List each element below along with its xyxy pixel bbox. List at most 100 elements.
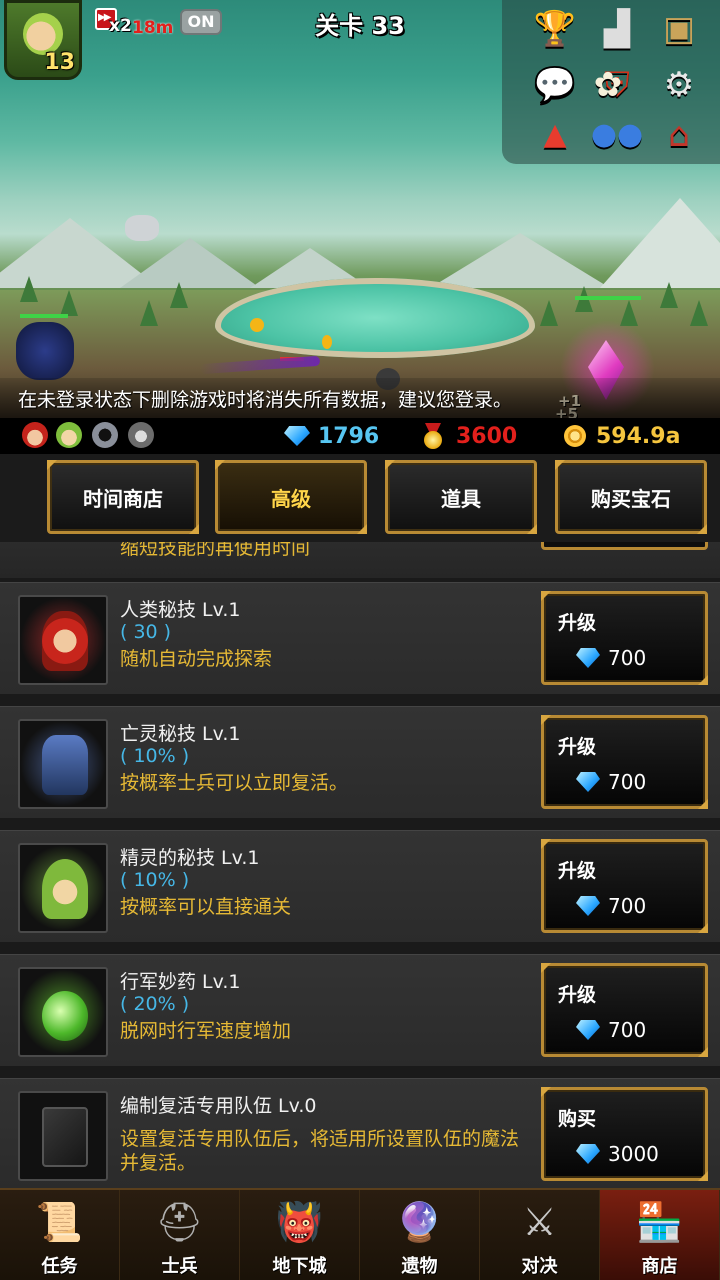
undead-race-icon: [92, 422, 118, 448]
item-name: 行军妙药 Lv.1: [120, 971, 241, 993]
item-description: 按概率可以直接通关: [120, 896, 292, 918]
gem-icon: [284, 426, 310, 446]
cost-amount: 700: [608, 646, 647, 670]
tree: [540, 300, 558, 326]
nav-duel[interactable]: ⚔ 对决: [480, 1190, 600, 1280]
shop-tabs: 时间商店 高级 道具 购买宝石: [0, 454, 720, 542]
item-description: 随机自动完成探索: [120, 648, 273, 670]
scroll-quest-icon: 📜: [35, 1200, 84, 1244]
friends-icon[interactable]: ●●: [591, 112, 643, 158]
relic-orb-icon: 🔮: [395, 1200, 444, 1244]
upgrade-button[interactable]: 升级 700: [541, 963, 708, 1057]
buy-button[interactable]: 购买 3000: [541, 1087, 708, 1181]
tab-time-shop[interactable]: 时间商店: [47, 460, 199, 534]
list-item: 编制复活专用队伍 Lv.0 设置复活专用队伍后，将适用所设置队伍的魔法并复活。 …: [0, 1078, 720, 1188]
shop-item-list[interactable]: 缩短技能的再使用时间 人类秘技 Lv.1 ( 30 ) 随机自动完成探索 升级 …: [0, 542, 720, 1188]
crossed-swords-icon: ⚔: [522, 1200, 557, 1244]
warning-triangle-icon[interactable]: ▲: [532, 112, 578, 158]
tab-premium[interactable]: 高级: [215, 460, 367, 534]
button-label: 升级: [558, 612, 597, 634]
item-description: 缩短技能的再使用时间: [120, 542, 311, 559]
item-name: 亡灵秘技 Lv.1: [120, 723, 241, 745]
nav-label: 士兵: [161, 1256, 198, 1277]
player-level: 13: [44, 50, 75, 75]
cost-amount: 700: [608, 770, 647, 794]
nav-label: 遗物: [401, 1256, 438, 1277]
item-description: 设置复活专用队伍后，将适用所设置队伍的魔法并复活。: [120, 1128, 520, 1174]
gem-cost: 3000: [576, 1142, 659, 1166]
tree: [20, 276, 38, 302]
list-item: 行军妙药 Lv.1 ( 20% ) 脱网时行军速度增加 升级 700: [0, 954, 720, 1066]
gold-coin-icon: [564, 425, 586, 447]
gold-amount: 594.9a: [596, 423, 681, 449]
gem-icon: [576, 1020, 600, 1040]
upgrade-button[interactable]: 升级 700: [541, 591, 708, 685]
resource-bar: 1796 3600 594.9a: [0, 418, 720, 454]
gem-cost: 700: [576, 770, 646, 794]
potion-bottle-icon: [18, 967, 108, 1057]
list-item: 缩短技能的再使用时间: [0, 542, 720, 578]
gem-icon: [576, 772, 600, 792]
ranking-podium-icon[interactable]: ▟: [594, 6, 640, 52]
nav-relics[interactable]: 🔮 遗物: [360, 1190, 480, 1280]
nav-label: 地下城: [272, 1256, 327, 1277]
tab-buy-gems[interactable]: 购买宝石: [555, 460, 707, 534]
item-description: 按概率士兵可以立即复活。: [120, 772, 349, 794]
medal-icon: [422, 423, 444, 449]
knight-portrait-icon[interactable]: ▣: [656, 6, 702, 52]
gold-coin-drop: [250, 318, 264, 332]
nav-label: 对决: [521, 1256, 558, 1277]
battle-scene: +1 +5 13 x2 18m ON 关卡 33 🏆 ▟ ▣ 💬 ⛨ ⚙ ▲ ●…: [0, 0, 720, 418]
human-race-icon: [22, 422, 48, 448]
skull-book-icon: [18, 1091, 108, 1181]
bottom-nav: 📜 任务 ⛑ 士兵 👹 地下城 🔮 遗物 ⚔ 对决 🏪 商店: [0, 1188, 720, 1280]
gold-counter: 594.9a: [564, 418, 680, 454]
item-description: 脱网时行军速度增加: [120, 1020, 292, 1042]
medal-amount: 3600: [456, 423, 518, 449]
gem-cost: 700: [576, 894, 646, 918]
item-value: ( 20% ): [120, 993, 190, 1015]
list-item: 精灵的秘技 Lv.1 ( 10% ) 按概率可以直接通关 升级 700: [0, 830, 720, 942]
shop-icon: 🏪: [635, 1200, 684, 1244]
list-item: 亡灵秘技 Lv.1 ( 10% ) 按概率士兵可以立即复活。 升级 700: [0, 706, 720, 818]
list-item: 人类秘技 Lv.1 ( 30 ) 随机自动完成探索 升级 700: [0, 582, 720, 694]
elf-hood-icon: [18, 843, 108, 933]
login-warning-notice: 在未登录状态下删除游戏时将消失所有数据，建议您登录。: [0, 378, 720, 418]
human-hero-icon: [18, 595, 108, 685]
item-action-button[interactable]: [541, 542, 708, 550]
angel-icon[interactable]: ✿: [585, 62, 631, 108]
nav-label: 任务: [41, 1256, 78, 1277]
button-label: 升级: [558, 860, 597, 882]
upgrade-button[interactable]: 升级 700: [541, 715, 708, 809]
nav-shop[interactable]: 🏪 商店: [600, 1190, 720, 1280]
upgrade-button[interactable]: 升级 700: [541, 839, 708, 933]
cost-amount: 3000: [608, 1142, 659, 1166]
nav-soldiers[interactable]: ⛑ 士兵: [120, 1190, 240, 1280]
mailbox-icon[interactable]: ⌂: [656, 112, 702, 158]
gem-counter: 1796: [284, 418, 379, 454]
chat-bubble-icon[interactable]: 💬: [532, 62, 578, 108]
undead-knight-icon: [18, 719, 108, 809]
gem-icon: [576, 1144, 600, 1164]
settings-gear-icon[interactable]: ⚙: [656, 62, 702, 108]
gem-icon: [576, 896, 600, 916]
cost-amount: 700: [608, 894, 647, 918]
item-name: 人类秘技 Lv.1: [120, 599, 241, 621]
button-label: 购买: [558, 1108, 597, 1130]
medal-counter: 3600: [422, 418, 517, 454]
gem-cost: 700: [576, 646, 646, 670]
nav-quests[interactable]: 📜 任务: [0, 1190, 120, 1280]
flying-unit: [125, 215, 159, 241]
item-name: 精灵的秘技 Lv.1: [120, 847, 260, 869]
tab-items[interactable]: 道具: [385, 460, 537, 534]
nav-label: 商店: [641, 1256, 678, 1277]
mountain: [430, 233, 610, 288]
trophy-icon[interactable]: 🏆: [532, 6, 578, 52]
hero-unit: [16, 322, 74, 380]
tree: [60, 290, 78, 316]
gem-amount: 1796: [318, 423, 380, 449]
orc-race-icon: [128, 422, 154, 448]
unit-hp-bar: [20, 314, 68, 318]
gem-icon: [576, 648, 600, 668]
nav-dungeon[interactable]: 👹 地下城: [240, 1190, 360, 1280]
